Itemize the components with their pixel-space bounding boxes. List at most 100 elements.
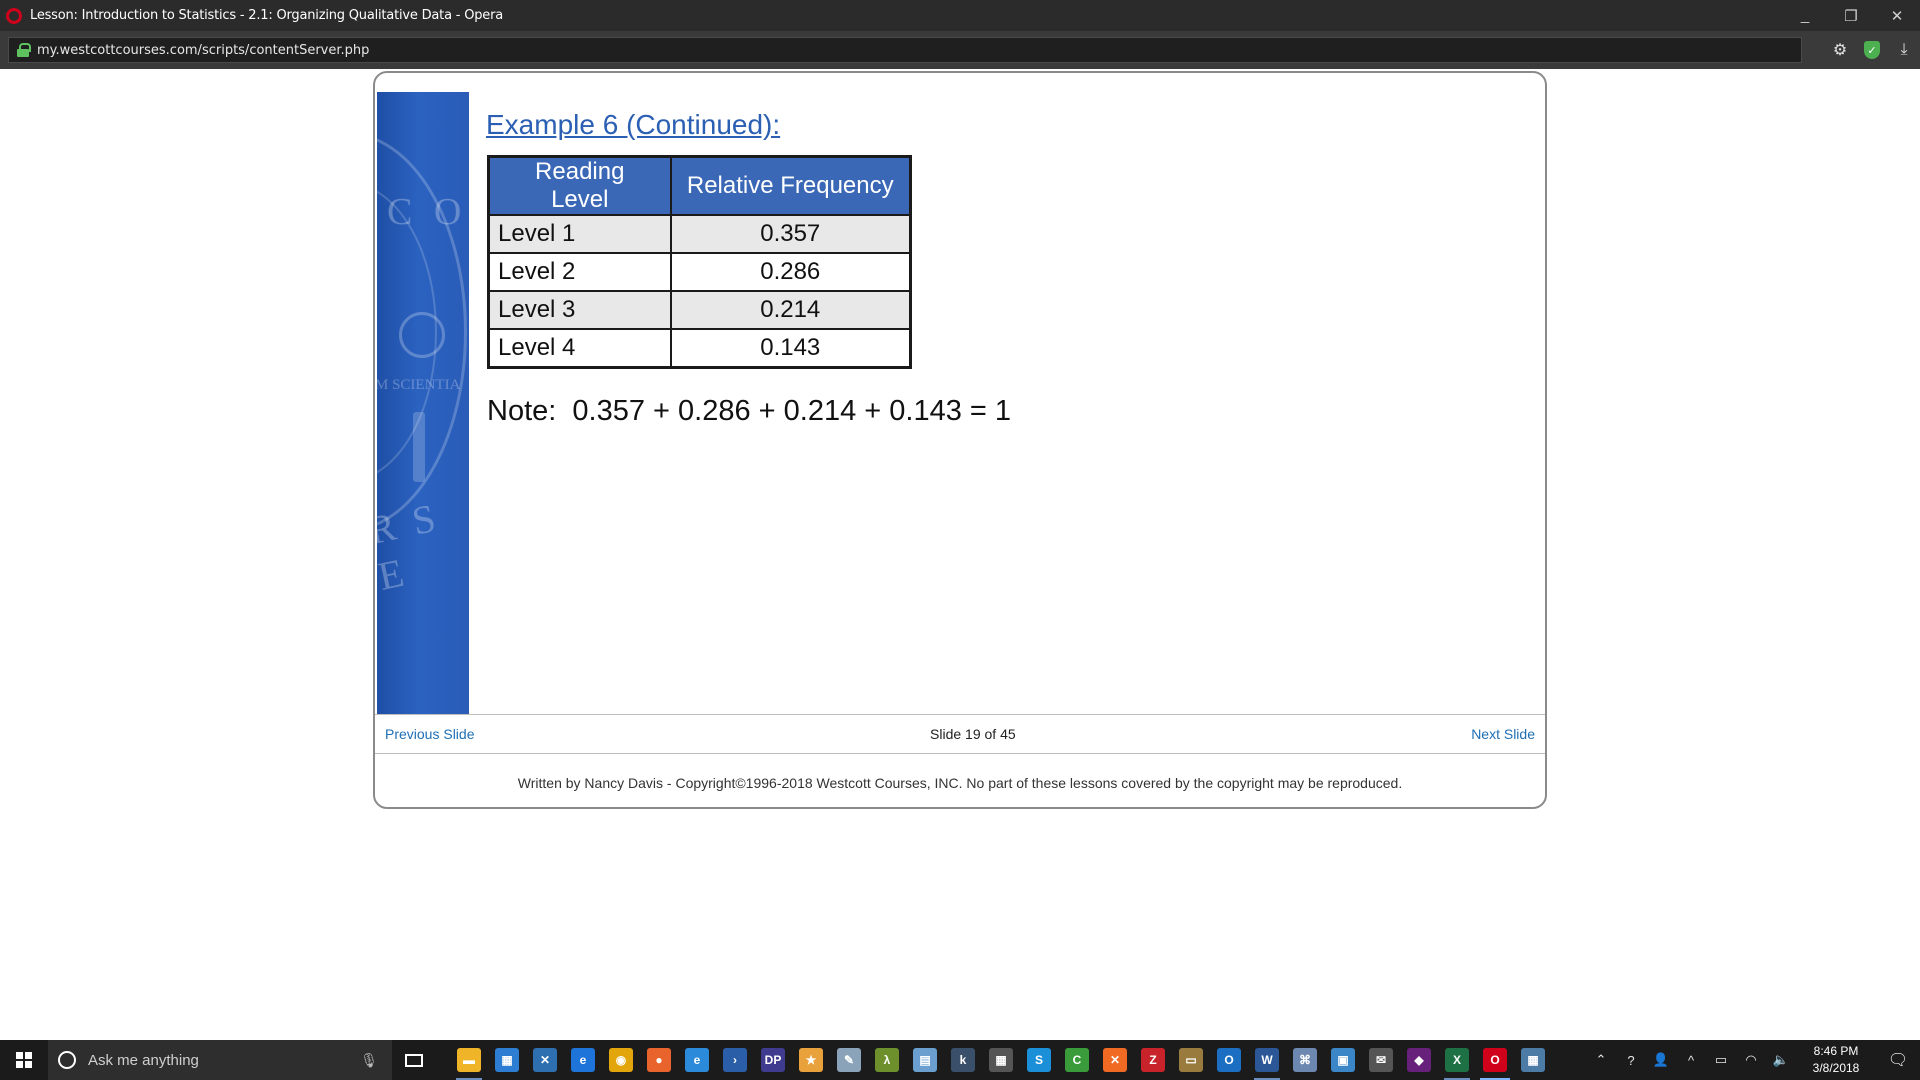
calculator-icon: ▦ (989, 1048, 1013, 1072)
table-row: Level 3 0.214 (487, 290, 912, 330)
taskbar-app-edge[interactable]: e (564, 1040, 602, 1080)
start-button[interactable] (0, 1040, 48, 1080)
wifi-icon[interactable]: ◠ (1736, 1040, 1766, 1080)
windows-taskbar: Ask me anything 🎙 ▬ ▦ ✕ e ◉ ● e › DP ★ ✎ λ ▤ k ▦ S C ✕ Z ▭ O… (0, 1040, 1920, 1080)
tray-scroll-icon[interactable]: ⌃ (1586, 1040, 1616, 1080)
seal-text-top: C O (387, 191, 468, 233)
url-text[interactable]: my.westcottcourses.com/scripts/contentSe… (37, 43, 369, 58)
window-title: Lesson: Introduction to Statistics - 2.1… (30, 8, 503, 23)
chrome-icon: ◉ (609, 1048, 633, 1072)
settings-gear-icon[interactable]: ⚙ (1824, 31, 1856, 69)
edge-icon: e (571, 1048, 595, 1072)
word-icon: W (1255, 1048, 1279, 1072)
filezilla-icon: Z (1141, 1048, 1165, 1072)
taskbar-app-lambda-app[interactable]: λ (868, 1040, 906, 1080)
row-level-cell: Level 4 (487, 328, 672, 368)
restore-button[interactable]: ❐ (1828, 0, 1874, 31)
show-hidden-icons-icon[interactable]: ^ (1676, 1040, 1706, 1080)
globe-icon (399, 312, 445, 358)
opera-logo-icon (6, 7, 22, 24)
taskbar-app-xampp[interactable]: ✕ (1096, 1040, 1134, 1080)
cortana-icon (58, 1051, 76, 1069)
taskbar-app-visual-studio-installer[interactable]: ✕ (526, 1040, 564, 1080)
taskbar-app-excel[interactable]: X (1438, 1040, 1476, 1080)
address-bar: my.westcottcourses.com/scripts/contentSe… (0, 31, 1920, 69)
volume-icon[interactable]: 🔈 (1766, 1040, 1796, 1080)
taskbar-app-tablet-app[interactable]: ▦ (1514, 1040, 1552, 1080)
task-view-button[interactable] (392, 1040, 436, 1080)
close-button[interactable]: ✕ (1874, 0, 1920, 31)
xampp-icon: ✕ (1103, 1048, 1127, 1072)
minimize-button[interactable]: _ (1782, 0, 1828, 31)
cortana-search-box[interactable]: Ask me anything 🎙 (48, 1040, 392, 1080)
network-app-icon: ⌘ (1293, 1048, 1317, 1072)
taskbar-app-filezilla[interactable]: Z (1134, 1040, 1172, 1080)
download-icon[interactable]: ⤓ (1888, 31, 1920, 69)
taskbar-app-dreamweaver[interactable]: DP (754, 1040, 792, 1080)
slide-sidebar-banner: C O M SCIENTIA R S E (377, 92, 469, 714)
previous-slide-link[interactable]: Previous Slide (385, 726, 475, 742)
taskbar-app-calculator[interactable]: ▦ (982, 1040, 1020, 1080)
row-level-cell: Level 1 (487, 214, 672, 254)
clock-time: 8:46 PM (1813, 1044, 1859, 1058)
taskbar-app-file-explorer[interactable]: ▬ (450, 1040, 488, 1080)
taskbar-app-internet-explorer[interactable]: e (678, 1040, 716, 1080)
slide-frame: C O M SCIENTIA R S E Example 6 (Continue… (373, 71, 1547, 809)
copyright-footer: Written by Nancy Davis - Copyright©1996-… (517, 775, 1403, 791)
people-icon[interactable]: 👤 (1646, 1040, 1676, 1080)
paint-icon: ✎ (837, 1048, 861, 1072)
taskbar-app-presentation-app[interactable]: ▭ (1172, 1040, 1210, 1080)
next-slide-link[interactable]: Next Slide (1471, 726, 1535, 742)
url-field[interactable]: my.westcottcourses.com/scripts/contentSe… (8, 37, 1802, 63)
row-level-cell: Level 2 (487, 252, 672, 292)
table-header-row: Reading Level Relative Frequency (487, 155, 912, 216)
slide-navigation: Previous Slide Slide 19 of 45 Next Slide (375, 714, 1545, 754)
outlook-icon: O (1217, 1048, 1241, 1072)
taskbar-app-word[interactable]: W (1248, 1040, 1286, 1080)
taskbar-app-kindle[interactable]: k (944, 1040, 982, 1080)
taskbar-app-powershell[interactable]: › (716, 1040, 754, 1080)
taskbar-app-star-app[interactable]: ★ (792, 1040, 830, 1080)
help-icon[interactable]: ? (1616, 1040, 1646, 1080)
microphone-icon[interactable]: 🎙 (360, 1052, 378, 1069)
taskbar-app-camtasia[interactable]: C (1058, 1040, 1096, 1080)
tablet-app-icon: ▦ (1521, 1048, 1545, 1072)
system-clock[interactable]: 8:46 PM 3/8/2018 (1796, 1043, 1876, 1077)
action-center-icon[interactable]: 🗨 (1876, 1040, 1920, 1080)
taskbar-app-firefox[interactable]: ● (640, 1040, 678, 1080)
camtasia-icon: C (1065, 1048, 1089, 1072)
taskbar-app-notes-app[interactable]: ▤ (906, 1040, 944, 1080)
taskbar-app-outlook[interactable]: O (1210, 1040, 1248, 1080)
address-bar-icons: ⚙ ✓ ⤓ (1824, 31, 1920, 69)
presentation-app-icon: ▭ (1179, 1048, 1203, 1072)
torch-icon (413, 412, 425, 482)
taskbar-app-network-app[interactable]: ⌘ (1286, 1040, 1324, 1080)
notes-app-icon: ▤ (913, 1048, 937, 1072)
vpn-shield-icon[interactable]: ✓ (1856, 31, 1888, 69)
file-explorer-icon: ▬ (457, 1048, 481, 1072)
taskbar-app-paint[interactable]: ✎ (830, 1040, 868, 1080)
windows-logo-icon (16, 1052, 32, 1068)
battery-icon[interactable]: ▭ (1706, 1040, 1736, 1080)
taskbar-app-visual-studio[interactable]: ◆ (1400, 1040, 1438, 1080)
taskbar-app-store[interactable]: ▦ (488, 1040, 526, 1080)
taskbar-app-mail[interactable]: ✉ (1362, 1040, 1400, 1080)
table-row: Level 2 0.286 (487, 252, 912, 292)
opera-icon: O (1483, 1048, 1507, 1072)
taskbar-app-opera[interactable]: O (1476, 1040, 1514, 1080)
window-title-bar: Lesson: Introduction to Statistics - 2.1… (0, 0, 1920, 31)
skype-icon: S (1027, 1048, 1051, 1072)
header-reading-level: Reading Level (487, 155, 672, 216)
star-app-icon: ★ (799, 1048, 823, 1072)
search-placeholder: Ask me anything (88, 1051, 199, 1069)
taskbar-app-skype[interactable]: S (1020, 1040, 1058, 1080)
header-relative-frequency: Relative Frequency (669, 155, 912, 216)
taskbar-app-chrome[interactable]: ◉ (602, 1040, 640, 1080)
excel-icon: X (1445, 1048, 1469, 1072)
table-row: Level 1 0.357 (487, 214, 912, 254)
slide-title: Example 6 (Continued): (486, 109, 781, 140)
lambda-app-icon: λ (875, 1048, 899, 1072)
taskbar-app-remote-desktop[interactable]: ▣ (1324, 1040, 1362, 1080)
internet-explorer-icon: e (685, 1048, 709, 1072)
row-frequency-cell: 0.357 (669, 214, 912, 254)
